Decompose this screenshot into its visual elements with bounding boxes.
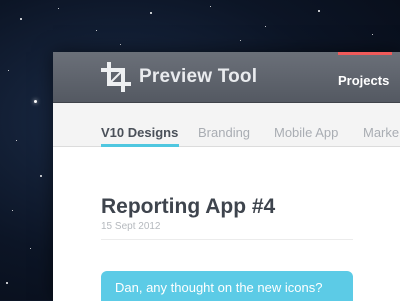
post-date: 15 Sept 2012 (101, 221, 161, 232)
star (265, 26, 266, 27)
star (30, 248, 31, 249)
top-navigation-bar: Preview Tool Projects (53, 52, 400, 103)
nav-projects-link[interactable]: Projects (338, 73, 389, 88)
tab-bar: V10 Designs Branding Mobile App Marke (53, 103, 400, 148)
star (318, 10, 320, 12)
star (120, 44, 121, 45)
star (40, 175, 42, 177)
star (210, 6, 211, 7)
star (20, 18, 22, 20)
star (58, 8, 59, 9)
star (12, 210, 13, 211)
star (372, 34, 373, 35)
comment-text: Dan, any thought on the new icons? (115, 280, 323, 295)
star (150, 12, 152, 14)
tab-marketing[interactable]: Marke (363, 125, 399, 140)
active-nav-indicator (338, 52, 392, 55)
star (96, 30, 97, 31)
crop-icon-graphic (101, 62, 131, 92)
tab-branding[interactable]: Branding (198, 125, 250, 140)
tab-mobile-app[interactable]: Mobile App (274, 125, 338, 140)
star (6, 282, 8, 284)
star (240, 40, 241, 41)
comment-bubble[interactable]: Dan, any thought on the new icons? (101, 271, 353, 301)
star (8, 70, 9, 71)
post-title: Reporting App #4 (101, 195, 276, 218)
content-area: Reporting App #4 15 Sept 2012 Dan, any t… (53, 147, 400, 301)
app-window: Preview Tool Projects V10 Designs Brandi… (53, 52, 400, 301)
tab-v10-designs[interactable]: V10 Designs (101, 125, 178, 140)
crop-icon[interactable] (100, 61, 132, 93)
divider (101, 239, 353, 240)
star (34, 100, 37, 103)
app-title: Preview Tool (139, 66, 258, 87)
star (16, 140, 17, 141)
